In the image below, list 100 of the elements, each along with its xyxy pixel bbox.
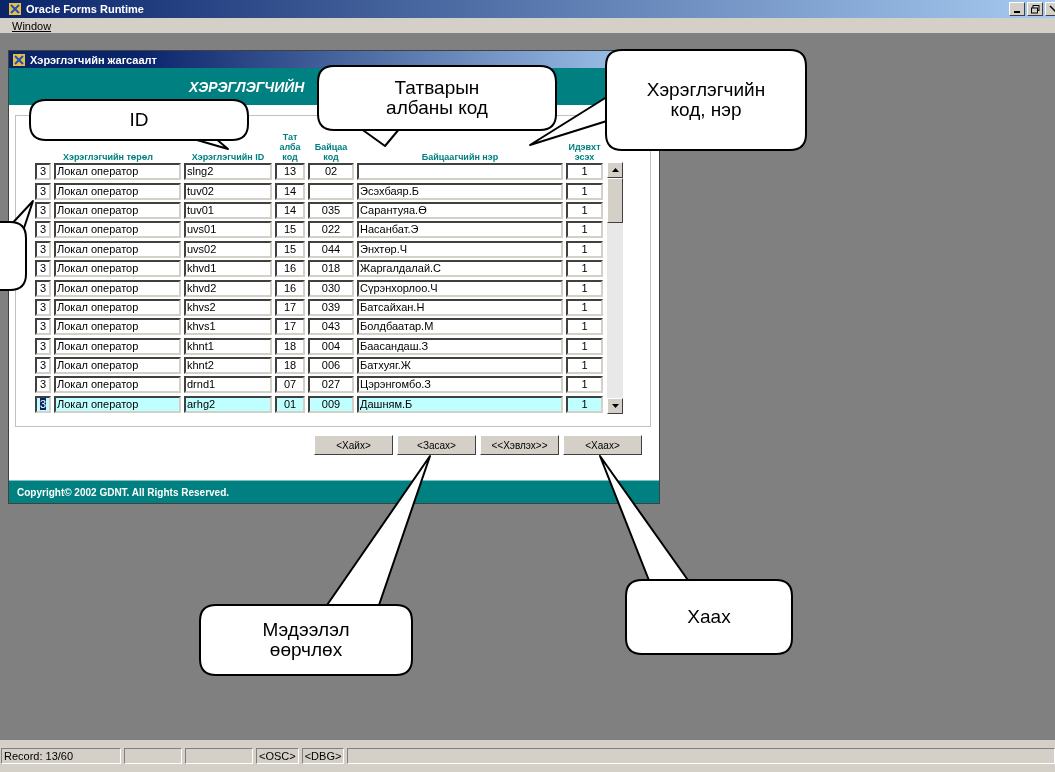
table-cell[interactable]: 16	[275, 279, 305, 297]
table-cell[interactable]: 3	[35, 221, 51, 239]
table-cell[interactable]: khvd2	[184, 279, 272, 297]
table-cell[interactable]: 3	[35, 182, 51, 200]
table-cell[interactable]: 3	[35, 279, 51, 297]
table-cell[interactable]: Батсайхан.Н	[357, 298, 563, 316]
table-cell[interactable]: arhg2	[184, 395, 272, 413]
table-cell[interactable]: 1	[566, 260, 603, 278]
table-cell[interactable]: Батхуяг.Ж	[357, 357, 563, 375]
table-cell[interactable]: Локал оператор	[54, 182, 181, 200]
table-cell[interactable]: Локал оператор	[54, 337, 181, 355]
table-cell[interactable]: 02	[308, 163, 354, 181]
table-cell[interactable]: Локал оператор	[54, 221, 181, 239]
table-cell[interactable]: Цэрэнгомбо.З	[357, 376, 563, 394]
table-cell[interactable]: 039	[308, 298, 354, 316]
table-cell[interactable]: 1	[566, 395, 603, 413]
table-cell[interactable]: 1	[566, 337, 603, 355]
table-cell[interactable]: 018	[308, 260, 354, 278]
table-cell[interactable]: 3	[35, 260, 51, 278]
table-cell[interactable]: 004	[308, 337, 354, 355]
table-cell[interactable]: 01	[275, 395, 305, 413]
restore-icon[interactable]	[1027, 2, 1043, 16]
table-cell[interactable]: Локал оператор	[54, 201, 181, 219]
table-cell[interactable]: Баасандаш.З	[357, 337, 563, 355]
table-cell[interactable]: tuv01	[184, 201, 272, 219]
table-cell[interactable]: khnt2	[184, 357, 272, 375]
table-cell[interactable]: uvs02	[184, 240, 272, 258]
table-cell[interactable]: slng2	[184, 163, 272, 181]
table-cell[interactable]: 16	[275, 260, 305, 278]
table-cell[interactable]: khvs2	[184, 298, 272, 316]
table-cell[interactable]: 14	[275, 182, 305, 200]
table-cell[interactable]: 1	[566, 221, 603, 239]
table-cell[interactable]: khvs1	[184, 318, 272, 336]
scroll-thumb[interactable]	[607, 178, 623, 223]
table-cell[interactable]: 3	[35, 163, 51, 181]
table-cell[interactable]: 3	[35, 318, 51, 336]
table-cell[interactable]: 1	[566, 279, 603, 297]
table-row[interactable]: 3 Локал оператор khnt1 18 004 Баасандаш.З 1	[35, 336, 603, 356]
table-cell[interactable]: 1	[566, 163, 603, 181]
table-cell[interactable]: 15	[275, 221, 305, 239]
table-cell[interactable]: Дашням.Б	[357, 395, 563, 413]
table-cell[interactable]: 044	[308, 240, 354, 258]
table-cell[interactable]: 18	[275, 337, 305, 355]
table-cell[interactable]: 043	[308, 318, 354, 336]
table-cell[interactable]: Сарантуяа.Ө	[357, 201, 563, 219]
table-cell[interactable]	[308, 182, 354, 200]
table-row[interactable]: 3 Локал оператор drnd1 07 027 Цэрэнгомбо.З 1	[35, 375, 603, 395]
table-cell[interactable]: Сүрэнхорлоо.Ч	[357, 279, 563, 297]
table-row[interactable]: 3 Локал оператор khvs2 17 039 Батсайхан.Н 1	[35, 297, 603, 318]
table-cell[interactable]: 07	[275, 376, 305, 394]
table-cell[interactable]: Локал оператор	[54, 376, 181, 394]
table-cell[interactable]: 1	[566, 201, 603, 219]
table-cell[interactable]: 13	[275, 163, 305, 181]
table-cell[interactable]: 3	[35, 298, 51, 316]
table-cell[interactable]: 3	[35, 395, 51, 413]
table-cell[interactable]: Болдбаатар.М	[357, 318, 563, 336]
table-cell[interactable]: Жаргалдалай.С	[357, 260, 563, 278]
table-cell[interactable]: Эсэхбаяр.Б	[357, 182, 563, 200]
table-cell[interactable]: 009	[308, 395, 354, 413]
table-row[interactable]: 3 Локал оператор uvs02 15 044 Энхтөр.Ч 1	[35, 239, 603, 259]
form-button[interactable]: <Хайх>	[314, 435, 393, 456]
table-cell[interactable]: 027	[308, 376, 354, 394]
table-cell[interactable]: tuv02	[184, 182, 272, 200]
table-cell[interactable]: 035	[308, 201, 354, 219]
table-cell[interactable]: Локал оператор	[54, 240, 181, 258]
form-button[interactable]: <Засах>	[397, 435, 476, 456]
table-cell[interactable]: 1	[566, 298, 603, 316]
table-cell[interactable]: khvd1	[184, 260, 272, 278]
scrollbar[interactable]	[607, 162, 623, 414]
form-button[interactable]: <Хаах>	[563, 435, 642, 456]
table-cell[interactable]: drnd1	[184, 376, 272, 394]
table-cell[interactable]: 1	[566, 318, 603, 336]
table-cell[interactable]: Локал оператор	[54, 357, 181, 375]
scroll-down-icon[interactable]	[607, 398, 623, 414]
table-cell[interactable]: Локал оператор	[54, 163, 181, 181]
table-cell[interactable]: 15	[275, 240, 305, 258]
table-cell[interactable]: 3	[35, 240, 51, 258]
table-cell[interactable]: 3	[35, 201, 51, 219]
table-cell[interactable]: 18	[275, 357, 305, 375]
table-cell[interactable]: Локал оператор	[54, 395, 181, 413]
table-cell[interactable]: Локал оператор	[54, 279, 181, 297]
table-cell[interactable]: 3	[35, 337, 51, 355]
table-row[interactable]: 3 Локал оператор khvd1 16 018 Жаргалдалай.С 1	[35, 258, 603, 279]
minimize-icon[interactable]	[1009, 2, 1025, 16]
table-cell[interactable]: Локал оператор	[54, 318, 181, 336]
table-row[interactable]: 3 Локал оператор tuv01 14 035 Сарантуяа.Ө 1	[35, 200, 603, 221]
table-cell[interactable]: 17	[275, 318, 305, 336]
table-cell[interactable]: uvs01	[184, 221, 272, 239]
table-cell[interactable]: 17	[275, 298, 305, 316]
table-row[interactable]: 3 Локал оператор arhg2 01 009 Дашням.Б 1	[35, 394, 603, 415]
table-cell[interactable]: Насанбат.Э	[357, 221, 563, 239]
table-row[interactable]: 3 Локал оператор tuv02 14 Эсэхбаяр.Б 1	[35, 181, 603, 201]
table-cell[interactable]	[357, 163, 563, 181]
form-button[interactable]: <<Хэвлэх>>	[480, 435, 559, 456]
table-cell[interactable]: 3	[35, 357, 51, 375]
table-cell[interactable]: Локал оператор	[54, 260, 181, 278]
table-cell[interactable]: 3	[35, 376, 51, 394]
table-cell[interactable]: 022	[308, 221, 354, 239]
table-row[interactable]: 3 Локал оператор uvs01 15 022 Насанбат.Э 1	[35, 220, 603, 240]
table-cell[interactable]: 006	[308, 357, 354, 375]
